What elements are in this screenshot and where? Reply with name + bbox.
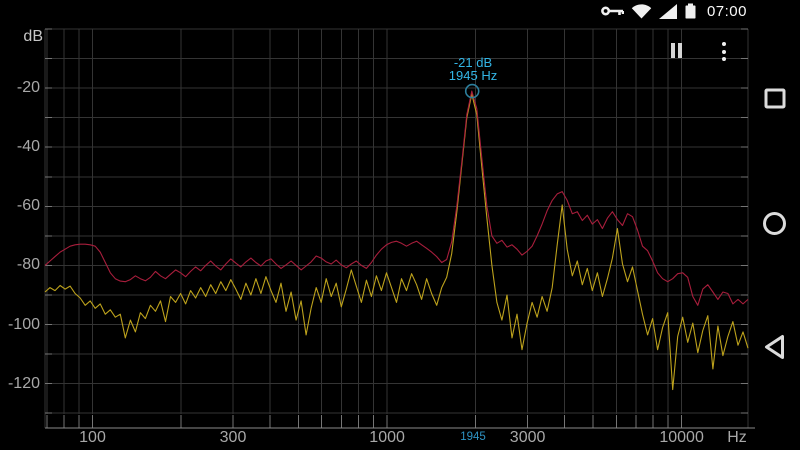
y-axis-tick-label: -60 — [16, 197, 40, 215]
pause-icon — [671, 43, 675, 58]
home-button[interactable] — [762, 211, 787, 236]
x-axis-tick-label: 3000 — [509, 429, 546, 446]
peak-label-hz: 1945 Hz — [448, 68, 498, 83]
recents-button[interactable] — [764, 88, 786, 109]
y-axis-unit: dB — [23, 28, 43, 45]
y-axis-tick-label: -120 — [7, 374, 40, 392]
back-button[interactable] — [764, 334, 785, 360]
x-axis-tick-label: 10000 — [659, 429, 704, 446]
trace-live-spectrum — [44, 93, 749, 391]
overflow-menu-button[interactable] — [714, 36, 734, 66]
axis-ticks — [45, 28, 748, 428]
more-vert-icon — [721, 42, 727, 47]
pause-icon — [678, 43, 682, 58]
peak-frequency-tick-label: 1945 — [460, 431, 486, 443]
y-axis-tick-label: -80 — [16, 256, 40, 274]
x-axis-unit: Hz — [727, 429, 747, 446]
x-axis-tick-label: 1000 — [369, 429, 405, 446]
recents-square-icon — [764, 88, 786, 109]
spectrum-chart[interactable] — [0, 0, 800, 450]
back-triangle-icon — [765, 335, 784, 359]
x-axis-tick-label: 100 — [79, 429, 106, 446]
x-axis-tick-label: 300 — [219, 429, 247, 446]
y-axis-tick-label: -20 — [16, 79, 40, 97]
android-screen: 07:00 dB -20 -40 -60 -80 -100 -120 100 300 1000… — [0, 0, 800, 450]
y-axis-tick-label: -40 — [16, 138, 40, 156]
more-vert-icon — [721, 57, 727, 62]
more-vert-icon — [721, 49, 727, 54]
trace-max-hold — [44, 90, 749, 306]
y-axis-tick-label: -100 — [7, 315, 40, 333]
pause-button[interactable] — [666, 38, 690, 62]
grid-lines — [44, 28, 749, 428]
home-circle-icon — [763, 212, 786, 235]
